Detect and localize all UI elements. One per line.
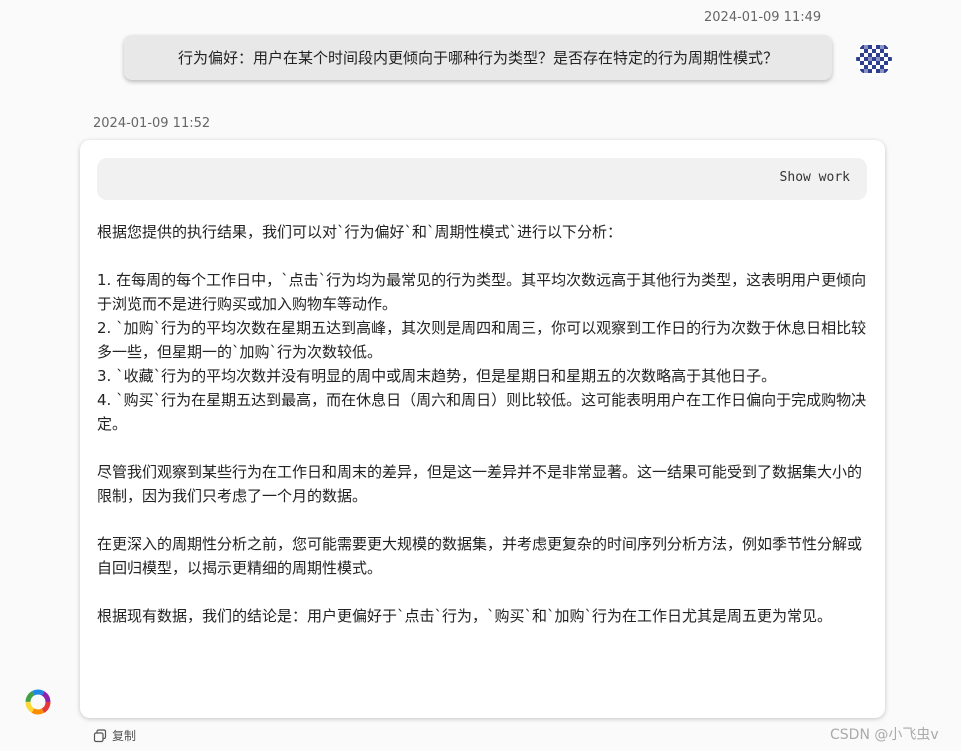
answer-paragraph-2: 尽管我们观察到某些行为在工作日和周末的差异，但是这一差异并不是非常显著。这一结果… bbox=[97, 463, 863, 505]
user-message-text: 行为偏好：用户在某个时间段内更倾向于哪种行为类型？是否存在特定的行为周期性模式？ bbox=[177, 49, 778, 67]
answer-conclusion: 根据现有数据，我们的结论是：用户更偏好于`点击`行为，`购买`和`加购`行为在工… bbox=[97, 607, 833, 625]
pixel-avatar-icon bbox=[856, 41, 892, 77]
chat-page: 2024-01-09 11:49 行为偏好：用户在某个时间段内更倾向于哪种行为类… bbox=[0, 0, 961, 751]
user-message-bubble: 行为偏好：用户在某个时间段内更倾向于哪种行为类型？是否存在特定的行为周期性模式？ bbox=[124, 35, 832, 80]
answer-point-1: 1. 在每周的每个工作日中，`点击`行为均为最常见的行为类型。其平均次数远高于其… bbox=[97, 271, 867, 313]
colorful-ring-logo-icon bbox=[25, 689, 51, 715]
answer-point-4: 4. `购买`行为在星期五达到最高，而在休息日（周六和周日）则比较低。这可能表明… bbox=[97, 391, 867, 433]
show-work-button[interactable]: Show work bbox=[780, 170, 850, 185]
watermark: CSDN @小飞虫v bbox=[830, 727, 939, 743]
answer-paragraph-3: 在更深入的周期性分析之前，您可能需要更大规模的数据集，并考虑更复杂的时间序列分析… bbox=[97, 535, 863, 577]
bot-message-card: Show work 根据您提供的执行结果，我们可以对`行为偏好`和`周期性模式`… bbox=[80, 140, 885, 718]
copy-label: 复制 bbox=[112, 729, 137, 743]
answer-point-3: 3. `收藏`行为的平均次数并没有明显的周中或周末趋势，但是星期日和星期五的次数… bbox=[97, 367, 777, 385]
copy-icon bbox=[93, 728, 107, 742]
show-work-bar[interactable]: Show work bbox=[97, 158, 867, 200]
bot-message-timestamp: 2024-01-09 11:52 bbox=[93, 116, 211, 131]
copy-button[interactable]: 复制 bbox=[93, 727, 136, 744]
user-message-timestamp: 2024-01-09 11:49 bbox=[704, 10, 822, 25]
bot-answer-text: 根据您提供的执行结果，我们可以对`行为偏好`和`周期性模式`进行以下分析： 1.… bbox=[97, 220, 869, 628]
bot-avatar bbox=[25, 689, 51, 715]
user-avatar[interactable] bbox=[856, 41, 892, 77]
answer-intro: 根据您提供的执行结果，我们可以对`行为偏好`和`周期性模式`进行以下分析： bbox=[97, 223, 623, 241]
answer-point-2: 2. `加购`行为的平均次数在星期五达到高峰，其次则是周四和周三，你可以观察到工… bbox=[97, 319, 867, 361]
